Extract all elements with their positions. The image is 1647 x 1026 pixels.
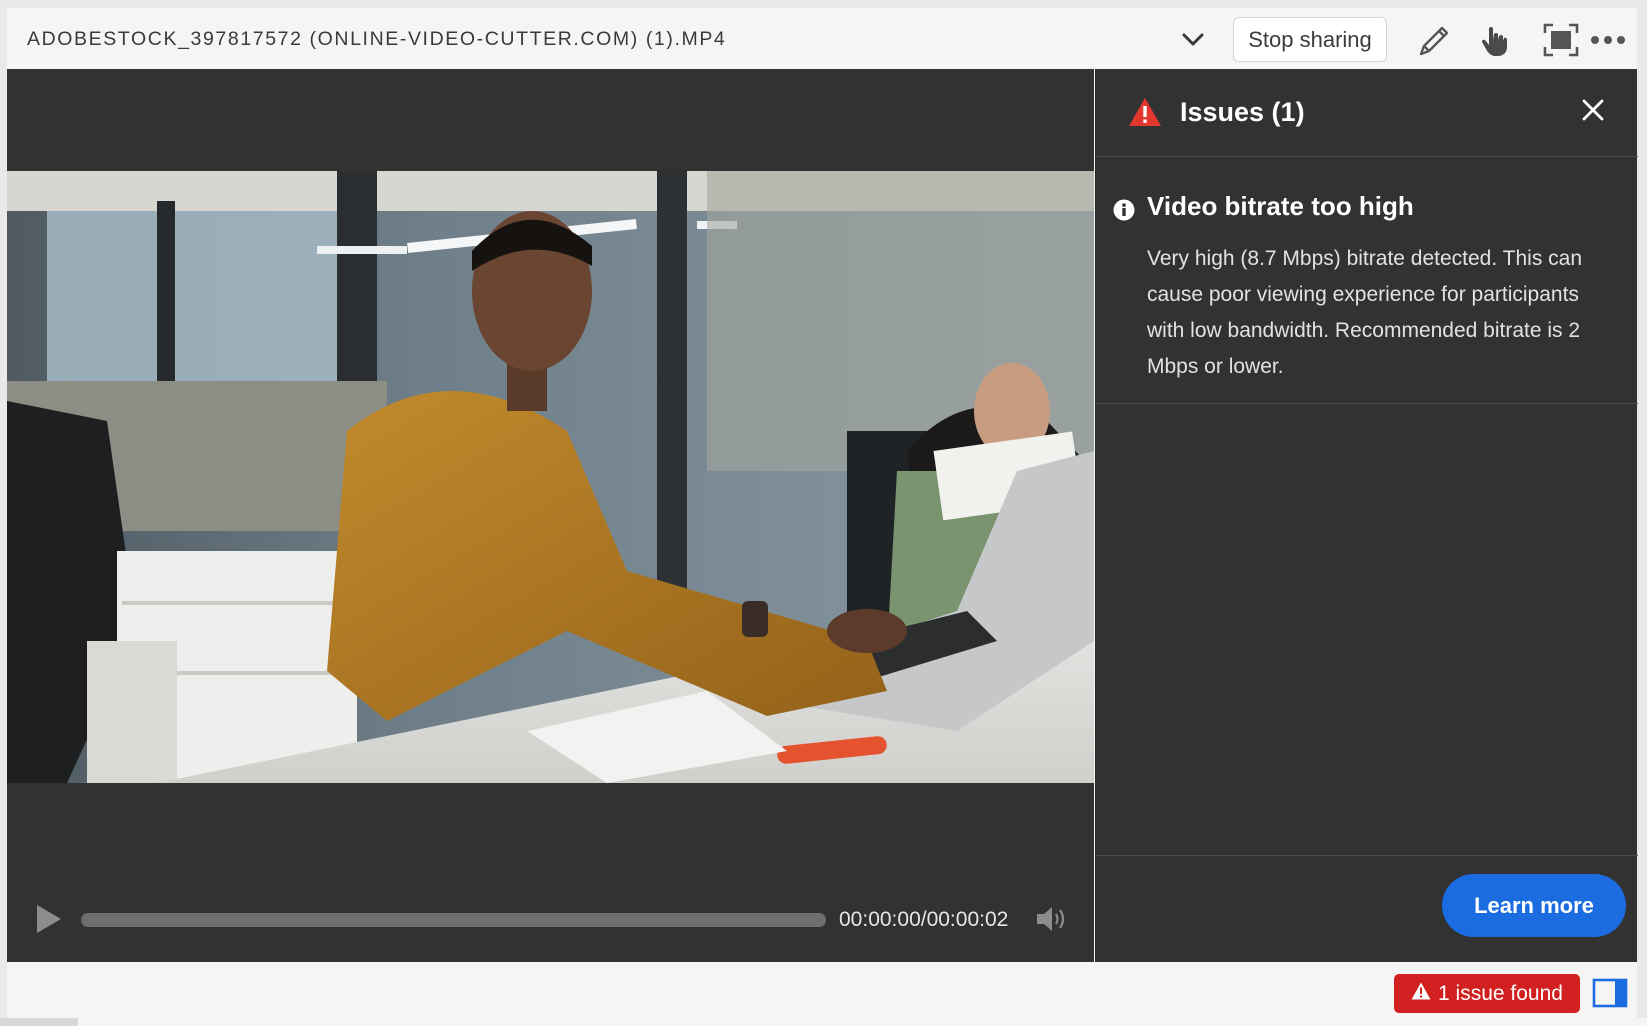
progress-bar[interactable] — [81, 913, 826, 927]
status-bar: 1 issue found — [7, 962, 1637, 1018]
bottom-strip-segment — [0, 1018, 78, 1026]
app-window: ADOBESTOCK_397817572 (ONLINE-VIDEO-CUTTE… — [7, 8, 1638, 1018]
volume-icon[interactable] — [1035, 904, 1069, 934]
pointer-hand-icon[interactable] — [1477, 22, 1515, 60]
player-controls: 00:00:00/00:00:02 — [7, 884, 1094, 944]
video-still-image — [7, 171, 1094, 783]
chevron-down-icon[interactable] — [1180, 26, 1206, 52]
info-icon — [1113, 199, 1135, 221]
issue-title: Video bitrate too high — [1147, 191, 1414, 221]
issues-header: Issues (1) — [1096, 69, 1638, 157]
file-title: ADOBESTOCK_397817572 (ONLINE-VIDEO-CUTTE… — [27, 28, 727, 50]
title-bar: ADOBESTOCK_397817572 (ONLINE-VIDEO-CUTTE… — [7, 8, 1637, 69]
panel-footer: Learn more — [1096, 855, 1638, 962]
play-icon[interactable] — [33, 902, 65, 936]
issue-description: Very high (8.7 Mbps) bitrate detected. T… — [1147, 247, 1583, 378]
issue-count-badge[interactable]: 1 issue found — [1394, 974, 1580, 1013]
issue-count-label: 1 issue found — [1438, 981, 1563, 1005]
issue-item: Video bitrate too high Very high (8.7 Mb… — [1096, 158, 1638, 404]
more-icon[interactable] — [1589, 28, 1627, 52]
issues-title: Issues (1) — [1180, 97, 1305, 127]
panel-toggle-icon[interactable] — [1592, 977, 1628, 1009]
pen-icon[interactable] — [1415, 22, 1453, 60]
close-icon[interactable] — [1580, 97, 1606, 123]
warning-icon — [1411, 982, 1431, 1006]
issues-panel: Issues (1) Video bitrate too high Very h… — [1095, 69, 1638, 962]
video-area: 00:00:00/00:00:02 — [7, 69, 1094, 962]
fullscreen-icon[interactable] — [1543, 23, 1579, 57]
warning-icon — [1128, 97, 1162, 127]
stop-sharing-button[interactable]: Stop sharing — [1233, 17, 1387, 62]
video-frame — [7, 171, 1094, 783]
bottom-strip — [0, 1018, 1647, 1026]
learn-more-button[interactable]: Learn more — [1442, 874, 1626, 937]
timecode: 00:00:00/00:00:02 — [839, 908, 1009, 931]
